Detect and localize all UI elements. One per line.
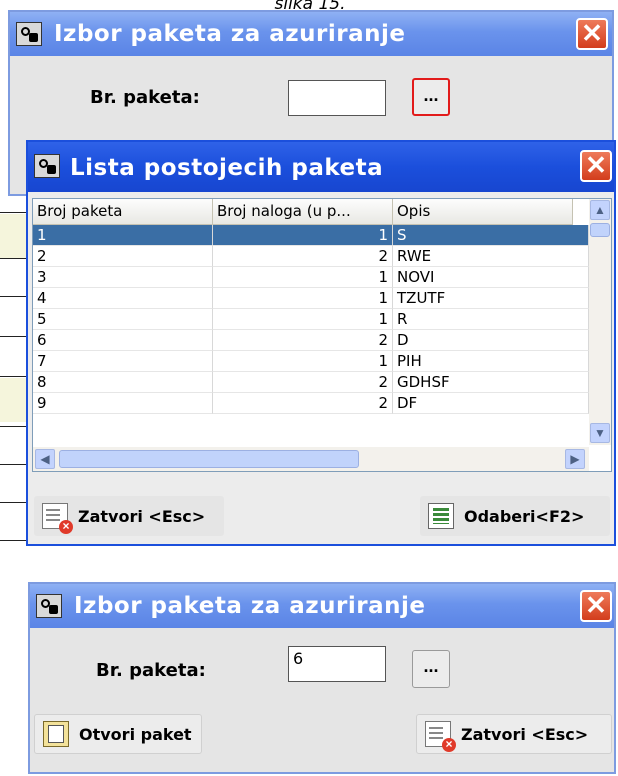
table-row[interactable]: 2 2 RWE [33,246,589,267]
table-cell-opis: PIH [393,351,589,372]
close-button-label: Zatvori <Esc> [78,506,206,526]
vertical-scrollbar[interactable]: ▲ ▼ [589,199,611,445]
close-icon[interactable]: ✕ [580,590,612,622]
table-cell-nalozi: 1 [213,288,393,309]
app-icon [34,154,60,178]
close-icon[interactable]: ✕ [576,18,608,50]
close-document-icon [42,503,73,534]
table-cell-opis: DF [393,393,589,414]
table-cell-nalozi: 2 [213,372,393,393]
table-cell-nalozi: 1 [213,351,393,372]
close-button[interactable]: Zatvori <Esc> [34,496,224,536]
close-document-icon [425,721,456,752]
package-number-input[interactable]: 6 [288,646,386,682]
table-cell-nalozi: 2 [213,246,393,267]
table-row[interactable]: 7 1 PIH [33,351,589,372]
table-cell-nalozi: 1 [213,225,393,246]
table-cell-nalozi: 2 [213,330,393,351]
select-button-label: Odaberi<F2> [464,506,585,526]
package-number-label: Br. paketa: [96,660,206,681]
table-cell-opis: TZUTF [393,288,589,309]
table-cell-opis: NOVI [393,267,589,288]
select-list-icon [428,503,454,529]
window-title: Izbor paketa za azuriranje [54,21,406,47]
table-cell-nalozi: 1 [213,309,393,330]
table-cell-opis: GDHSF [393,372,589,393]
table-cell-opis: RWE [393,246,589,267]
table-cell-opis: R [393,309,589,330]
table-row[interactable]: 8 2 GDHSF [33,372,589,393]
table-cell-broj: 1 [33,225,213,246]
open-package-icon [43,721,69,747]
browse-button[interactable]: ... [412,650,450,688]
column-header-broj-paketa[interactable]: Broj paketa [33,199,213,225]
titlebar: Lista postojecih paketa ✕ [28,142,614,192]
table-cell-broj: 4 [33,288,213,309]
window-title: Lista postojecih paketa [70,155,384,181]
table-cell-opis: S [393,225,589,246]
package-list-dialog: Lista postojecih paketa ✕ Broj paketa Br… [26,140,616,546]
open-package-button[interactable]: Otvori paket [34,714,202,754]
window-title: Izbor paketa za azuriranje [74,593,426,619]
scroll-up-icon[interactable]: ▲ [590,200,610,220]
close-button-label: Zatvori <Esc> [461,724,589,744]
select-button[interactable]: Odaberi<F2> [420,496,610,536]
close-button[interactable]: Zatvori <Esc> [416,714,612,754]
table-cell-broj: 5 [33,309,213,330]
column-header-opis[interactable]: Opis [393,199,573,225]
table-cell-broj: 8 [33,372,213,393]
table-row[interactable]: 4 1 TZUTF [33,288,589,309]
app-icon [16,22,42,46]
scroll-left-icon[interactable]: ◀ [35,449,55,469]
column-header-broj-naloga[interactable]: Broj naloga (u p... [213,199,393,225]
table-row[interactable]: 62D [33,330,589,351]
scroll-down-icon[interactable]: ▼ [590,423,610,443]
package-grid[interactable]: Broj paketa Broj naloga (u p... Opis 11S… [32,198,612,472]
package-number-label: Br. paketa: [90,87,200,108]
open-package-label: Otvori paket [79,724,192,744]
table-cell-broj: 6 [33,330,213,351]
grid-header: Broj paketa Broj naloga (u p... Opis [33,199,573,225]
table-row[interactable]: 3 1 NOVI [33,267,589,288]
app-icon [36,594,62,618]
table-cell-nalozi: 2 [213,393,393,414]
table-cell-broj: 2 [33,246,213,267]
scroll-thumb-horizontal[interactable] [59,450,359,468]
package-select-dialog-bottom: Izbor paketa za azuriranje ✕ Br. paketa:… [28,582,616,774]
titlebar: Izbor paketa za azuriranje ✕ [10,12,612,56]
table-row[interactable]: 9 2 DF [33,393,589,414]
table-cell-broj: 3 [33,267,213,288]
table-cell-nalozi: 1 [213,267,393,288]
package-number-input[interactable] [288,80,386,116]
horizontal-scrollbar[interactable]: ◀ ▶ [33,447,589,471]
table-cell-opis: D [393,330,589,351]
scroll-thumb-vertical[interactable] [590,223,610,237]
table-cell-broj: 9 [33,393,213,414]
table-row[interactable]: 11S [33,225,589,246]
titlebar: Izbor paketa za azuriranje ✕ [30,584,614,628]
browse-button[interactable]: ... [412,78,450,116]
table-row[interactable]: 51R [33,309,589,330]
table-cell-broj: 7 [33,351,213,372]
close-icon[interactable]: ✕ [580,150,612,182]
scroll-right-icon[interactable]: ▶ [565,449,585,469]
